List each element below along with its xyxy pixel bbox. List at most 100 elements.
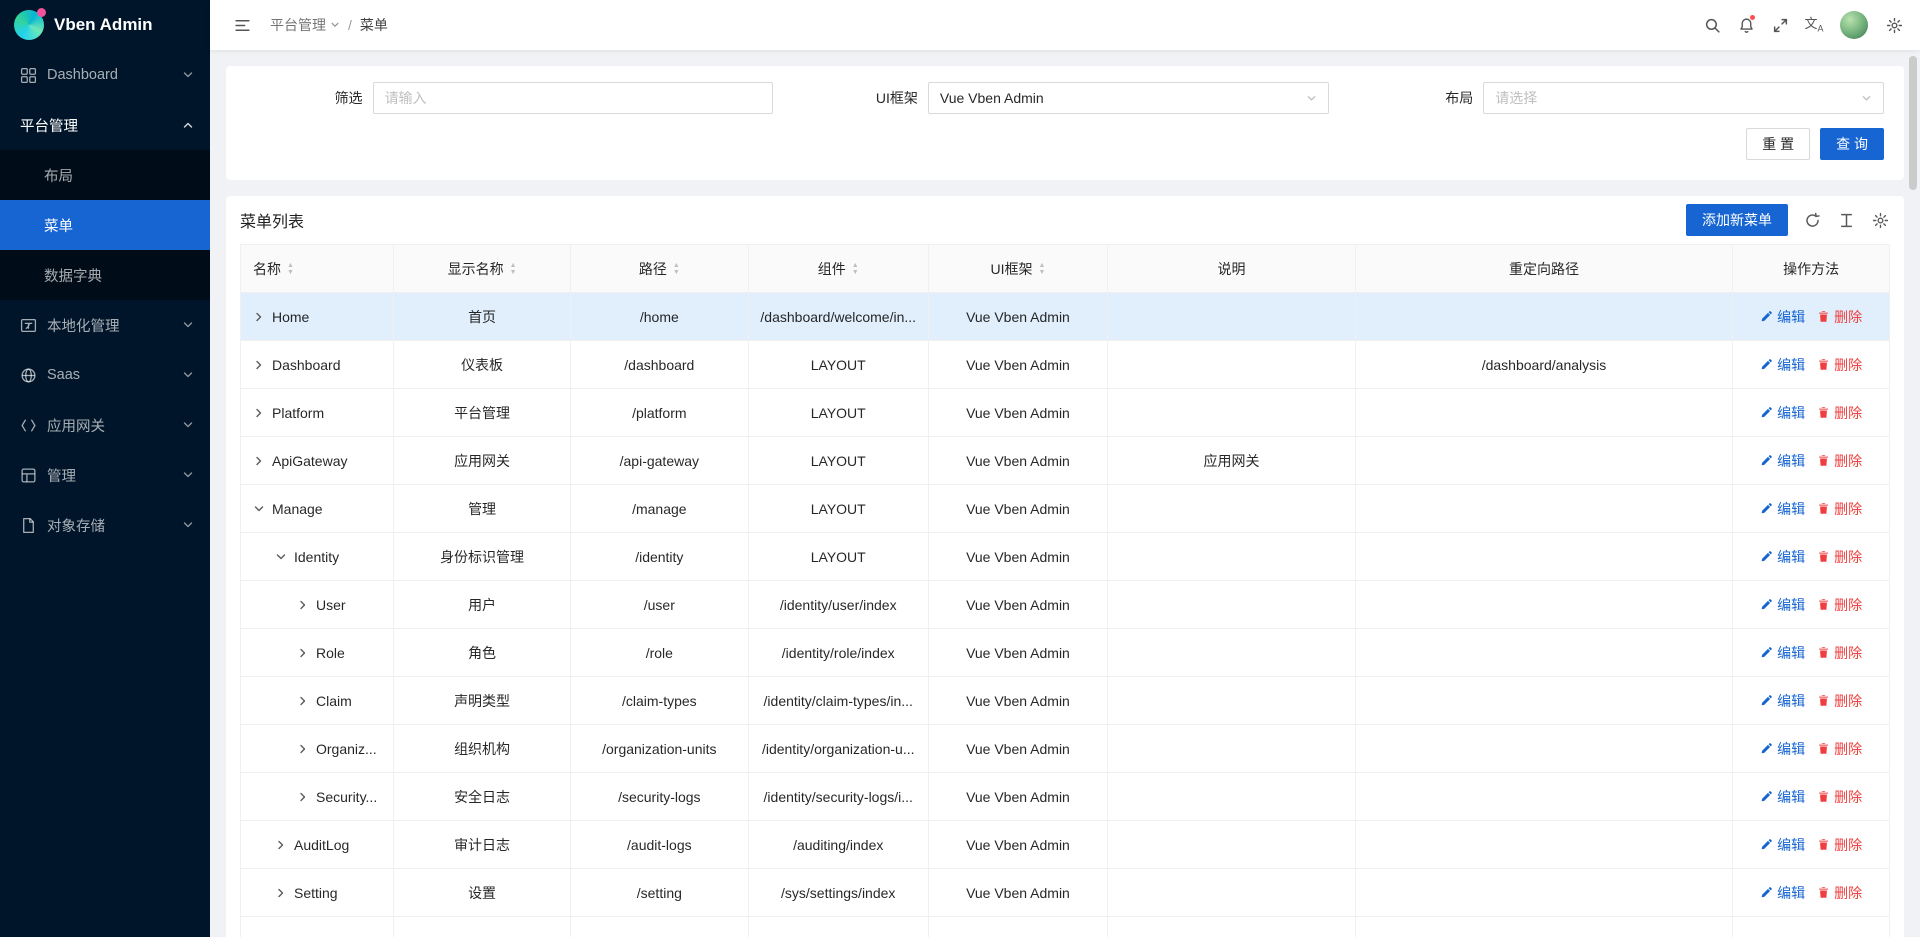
expand-caret-icon[interactable] xyxy=(275,839,287,851)
delete-button[interactable]: 删除 xyxy=(1817,595,1862,615)
language-icon[interactable]: 文A xyxy=(1798,9,1830,41)
cell-component: LAYOUT xyxy=(748,341,928,389)
filter-input[interactable] xyxy=(373,82,774,114)
row-name: Platform xyxy=(272,405,324,421)
sidebar-subitem-dictionary[interactable]: 数据字典 xyxy=(0,250,210,300)
column-header-name[interactable]: 名称▲▼ xyxy=(241,245,394,293)
cell-description xyxy=(1108,917,1355,937)
column-header-display-name[interactable]: 显示名称▲▼ xyxy=(394,245,570,293)
edit-button[interactable]: 编辑 xyxy=(1760,883,1805,903)
column-header-path[interactable]: 路径▲▼ xyxy=(570,245,748,293)
sidebar-submenu: 布局菜单数据字典 xyxy=(0,150,210,300)
edit-icon xyxy=(1760,742,1773,755)
edit-button[interactable]: 编辑 xyxy=(1760,691,1805,711)
logo[interactable]: Vben Admin xyxy=(0,0,210,50)
edit-label: 编辑 xyxy=(1777,691,1805,711)
expand-caret-icon[interactable] xyxy=(253,455,265,467)
sidebar-subitem-menu[interactable]: 菜单 xyxy=(0,200,210,250)
sidebar-item-platform[interactable]: 平台管理 xyxy=(0,100,210,150)
expand-caret-icon[interactable] xyxy=(253,311,265,323)
row-name: ApiGateway xyxy=(272,453,347,469)
sidebar-item-localization[interactable]: 本地化管理 xyxy=(0,300,210,350)
cell-display-name: 身份标识管理 xyxy=(394,533,570,581)
delete-button[interactable]: 删除 xyxy=(1817,451,1862,471)
expand-caret-icon[interactable] xyxy=(297,791,309,803)
column-settings-icon[interactable] xyxy=(1870,210,1890,230)
breadcrumb-parent[interactable]: 平台管理 xyxy=(270,15,340,35)
expand-caret-icon[interactable] xyxy=(297,599,309,611)
delete-button[interactable]: 删除 xyxy=(1817,691,1862,711)
sidebar-item-saas[interactable]: Saas xyxy=(0,350,210,400)
ui-framework-label: UI框架 xyxy=(876,88,918,108)
edit-button[interactable]: 编辑 xyxy=(1760,787,1805,807)
cell-redirect xyxy=(1355,725,1733,773)
edit-button[interactable]: 编辑 xyxy=(1760,547,1805,567)
reset-button[interactable]: 重 置 xyxy=(1746,128,1810,160)
edit-button[interactable]: 编辑 xyxy=(1760,355,1805,375)
delete-button[interactable]: 删除 xyxy=(1817,355,1862,375)
search-icon[interactable] xyxy=(1696,9,1728,41)
row-height-icon[interactable] xyxy=(1836,210,1856,230)
delete-button[interactable]: 删除 xyxy=(1817,403,1862,423)
sidebar-item-dashboard[interactable]: Dashboard xyxy=(0,50,210,100)
expand-caret-icon[interactable] xyxy=(297,743,309,755)
filter-row: 筛选 UI框架 Vue Vben Admin 布局 xyxy=(246,82,1884,114)
expand-caret-icon[interactable] xyxy=(253,407,265,419)
cell-path: /platform xyxy=(570,389,748,437)
edit-button[interactable]: 编辑 xyxy=(1760,403,1805,423)
delete-button[interactable]: 删除 xyxy=(1817,643,1862,663)
sidebar-item-manage[interactable]: 管理 xyxy=(0,450,210,500)
expand-caret-icon[interactable] xyxy=(275,551,287,563)
edit-button[interactable]: 编辑 xyxy=(1760,451,1805,471)
edit-button[interactable]: 编辑 xyxy=(1760,595,1805,615)
expand-caret-icon[interactable] xyxy=(297,695,309,707)
expand-caret-icon[interactable] xyxy=(253,503,265,515)
cell-path: /user xyxy=(570,581,748,629)
delete-button[interactable]: 删除 xyxy=(1817,499,1862,519)
sidebar-item-storage[interactable]: 对象存储 xyxy=(0,500,210,550)
edit-button[interactable]: 编辑 xyxy=(1760,643,1805,663)
cell-component: /auditing/index xyxy=(748,821,928,869)
delete-button[interactable]: 删除 xyxy=(1817,835,1862,855)
collapse-sidebar-icon[interactable] xyxy=(226,9,258,41)
delete-button[interactable]: 删除 xyxy=(1817,307,1862,327)
edit-button[interactable]: 编辑 xyxy=(1760,739,1805,759)
menu-table-panel: 菜单列表 添加新菜单 xyxy=(226,196,1904,937)
layout-select[interactable]: 请选择 xyxy=(1483,82,1884,114)
sidebar-item-gateway[interactable]: 应用网关 xyxy=(0,400,210,450)
search-button[interactable]: 查 询 xyxy=(1820,128,1884,160)
sidebar-subitem-layout[interactable]: 布局 xyxy=(0,150,210,200)
refresh-icon[interactable] xyxy=(1802,210,1822,230)
vertical-scrollbar[interactable] xyxy=(1909,56,1917,190)
column-header-ui-framework[interactable]: UI框架▲▼ xyxy=(928,245,1108,293)
ui-framework-select[interactable]: Vue Vben Admin xyxy=(928,82,1329,114)
add-menu-button[interactable]: 添加新菜单 xyxy=(1686,204,1788,236)
delete-icon xyxy=(1817,646,1830,659)
cell-path: /dashboard xyxy=(570,341,748,389)
column-label: 显示名称 xyxy=(448,259,504,279)
avatar[interactable] xyxy=(1840,11,1868,39)
main-area: 平台管理 / 菜单 xyxy=(210,0,1920,937)
fullscreen-icon[interactable] xyxy=(1764,9,1796,41)
expand-caret-icon[interactable] xyxy=(275,887,287,899)
cell-component: /identity/organization-u... xyxy=(748,725,928,773)
delete-button[interactable]: 删除 xyxy=(1817,547,1862,567)
cell-actions: 编辑删除 xyxy=(1733,341,1890,389)
cell-actions: 编辑删除 xyxy=(1733,725,1890,773)
notification-bell-icon[interactable] xyxy=(1730,9,1762,41)
sidebar-item-label: 平台管理 xyxy=(20,115,172,136)
edit-button[interactable]: 编辑 xyxy=(1760,307,1805,327)
delete-button[interactable]: 删除 xyxy=(1817,739,1862,759)
filter-actions: 重 置 查 询 xyxy=(246,128,1884,160)
edit-label: 编辑 xyxy=(1777,787,1805,807)
edit-button[interactable]: 编辑 xyxy=(1760,835,1805,855)
settings-gear-icon[interactable] xyxy=(1878,9,1910,41)
delete-button[interactable]: 删除 xyxy=(1817,883,1862,903)
chevron-down-icon xyxy=(1861,93,1872,104)
delete-button[interactable]: 删除 xyxy=(1817,787,1862,807)
expand-caret-icon[interactable] xyxy=(297,647,309,659)
expand-caret-icon[interactable] xyxy=(253,359,265,371)
column-header-component[interactable]: 组件▲▼ xyxy=(748,245,928,293)
sort-icon: ▲▼ xyxy=(1038,262,1045,276)
edit-button[interactable]: 编辑 xyxy=(1760,499,1805,519)
